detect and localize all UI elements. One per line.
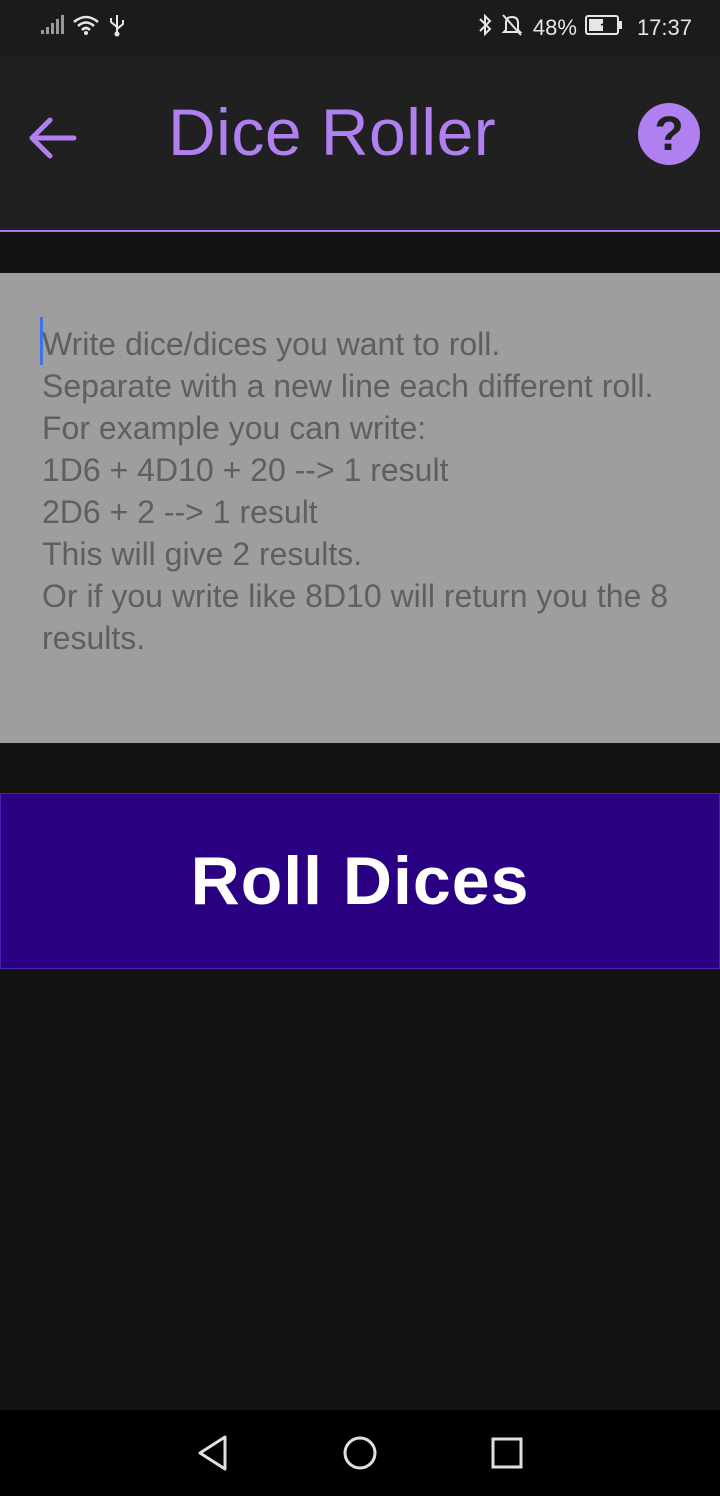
clock: 17:37 [636, 15, 692, 40]
question-mark-icon: ? [654, 107, 684, 161]
bluetooth-icon [477, 13, 493, 43]
recents-square-icon [491, 1437, 523, 1469]
battery-percent: 48% [532, 15, 577, 40]
back-triangle-icon [198, 1435, 227, 1471]
page-title: Dice Roller [168, 95, 497, 169]
status-right: 48% 17:37 [477, 13, 692, 43]
signal-icon [40, 15, 64, 41]
help-button[interactable]: ? [638, 103, 700, 165]
nav-back-button[interactable] [189, 1429, 237, 1477]
system-nav-bar [0, 1410, 720, 1496]
usb-icon [108, 13, 126, 43]
status-bar: 48% 17:37 [0, 0, 720, 56]
home-circle-icon [343, 1436, 377, 1470]
status-left [40, 13, 126, 43]
app-screen: 48% 17:37 Dice Roller ? Write dice/dices… [0, 0, 720, 1496]
mute-bell-icon [501, 13, 523, 43]
text-caret [40, 317, 43, 365]
nav-recents-button[interactable] [483, 1429, 531, 1477]
dice-input-placeholder: Write dice/dices you want to roll. Separ… [42, 326, 669, 656]
dice-input-field[interactable]: Write dice/dices you want to roll. Separ… [0, 273, 720, 743]
nav-home-button[interactable] [336, 1429, 384, 1477]
arrow-left-icon [29, 117, 77, 159]
roll-dices-button[interactable]: Roll Dices [0, 793, 720, 969]
app-bar: Dice Roller ? [0, 56, 720, 232]
back-button[interactable] [22, 108, 82, 168]
wifi-icon [72, 14, 100, 42]
battery-icon [584, 14, 623, 42]
